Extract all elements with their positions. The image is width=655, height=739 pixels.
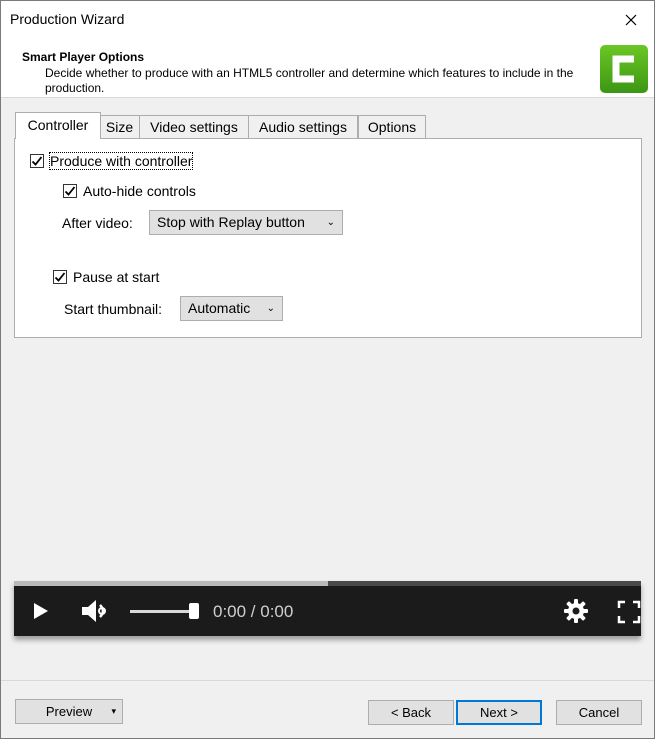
speaker-icon (82, 600, 106, 622)
progress-bar-fill (14, 581, 328, 586)
camtasia-logo (600, 45, 648, 93)
volume-slider-fill (130, 610, 194, 613)
produce-with-controller-checkbox[interactable]: Produce with controller (30, 152, 194, 170)
auto-hide-controls-label: Auto-hide controls (83, 183, 196, 199)
checkmark-icon (54, 272, 66, 282)
camtasia-c-icon (612, 55, 634, 83)
production-wizard-window: Production Wizard Smart Player Options D… (0, 0, 655, 739)
title-bar: Production Wizard (1, 1, 654, 39)
after-video-value: Stop with Replay button (157, 214, 305, 230)
checkmark-icon (64, 186, 76, 196)
checkbox-box (53, 270, 67, 284)
play-button[interactable] (32, 601, 50, 626)
checkmark-icon (31, 156, 43, 166)
checkbox-box (30, 154, 44, 168)
fullscreen-button[interactable] (617, 600, 641, 629)
chevron-down-icon: ⌄ (266, 303, 275, 314)
next-button[interactable]: Next > (456, 700, 542, 725)
time-display: 0:00 / 0:00 (213, 602, 294, 621)
wizard-header: Smart Player Options Decide whether to p… (1, 39, 654, 98)
tab-options[interactable]: Options (358, 115, 426, 138)
tab-video-settings[interactable]: Video settings (139, 115, 249, 138)
chevron-down-icon: ⌄ (326, 217, 335, 228)
fullscreen-icon (617, 600, 641, 624)
start-thumbnail-dropdown[interactable]: Automatic ⌄ (180, 296, 283, 321)
dropdown-arrow-icon: ▾ (111, 706, 116, 716)
back-button[interactable]: < Back (368, 700, 454, 725)
controller-tab-panel: Produce with controller Auto-hide contro… (14, 138, 642, 338)
tab-size[interactable]: Size (99, 115, 140, 138)
progress-bar[interactable] (14, 581, 641, 586)
gear-icon (564, 599, 588, 623)
after-video-dropdown[interactable]: Stop with Replay button ⌄ (149, 210, 343, 235)
cancel-button[interactable]: Cancel (556, 700, 642, 725)
close-icon (625, 14, 637, 26)
page-description: Decide whether to produce with an HTML5 … (45, 66, 574, 95)
smart-player-preview: 0:00 / 0:00 (14, 581, 641, 636)
preview-button-label: Preview (45, 704, 93, 719)
tab-controller[interactable]: Controller (15, 112, 101, 139)
settings-button[interactable] (563, 598, 589, 629)
page-title: Smart Player Options (22, 50, 145, 64)
start-thumbnail-label: Start thumbnail: (64, 301, 163, 317)
window-title: Production Wizard (10, 11, 125, 27)
pause-at-start-label: Pause at start (73, 269, 160, 285)
pause-at-start-checkbox[interactable]: Pause at start (53, 269, 159, 285)
tab-audio-settings[interactable]: Audio settings (248, 115, 358, 138)
volume-button[interactable] (80, 597, 114, 630)
volume-slider[interactable] (130, 603, 199, 619)
after-video-label: After video: (62, 215, 133, 231)
auto-hide-controls-checkbox[interactable]: Auto-hide controls (63, 183, 196, 199)
preview-button[interactable]: Preview ▾ (15, 699, 123, 724)
volume-slider-handle[interactable] (189, 603, 199, 619)
checkbox-box (63, 184, 77, 198)
play-icon (34, 603, 48, 619)
start-thumbnail-value: Automatic (188, 300, 251, 316)
produce-with-controller-label: Produce with controller (48, 152, 194, 170)
footer-divider (1, 680, 654, 681)
close-button[interactable] (608, 1, 654, 39)
